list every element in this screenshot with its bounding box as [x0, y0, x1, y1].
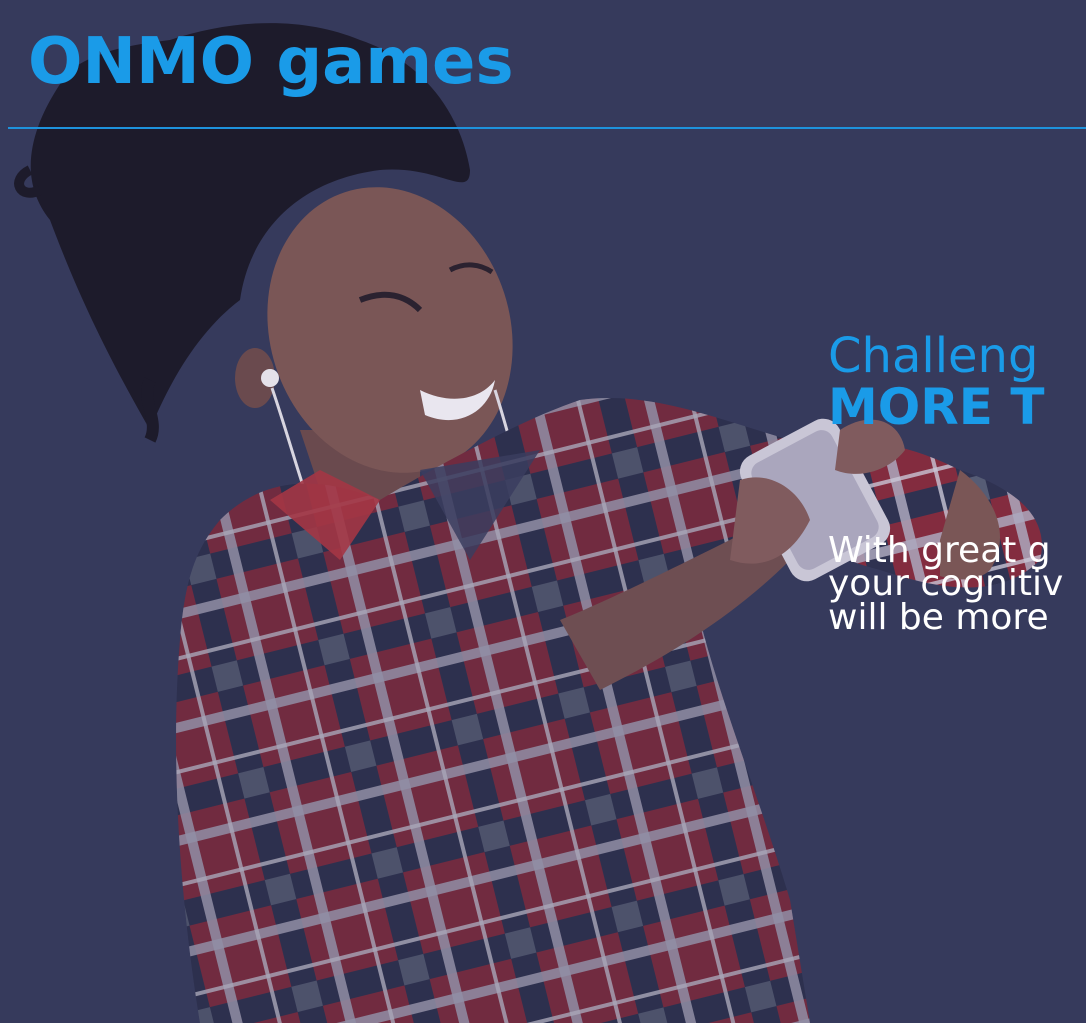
person-playing-phone-illustration [14, 23, 1042, 1023]
header-divider [8, 127, 1086, 129]
hero-photo [0, 0, 1086, 1023]
slide: ONMO games Challeng MORE T With great g … [0, 0, 1086, 1023]
body-text-line-3: will be more [828, 597, 1049, 638]
headline-bold: MORE T [828, 378, 1045, 436]
brand-title: ONMO games [28, 25, 514, 99]
